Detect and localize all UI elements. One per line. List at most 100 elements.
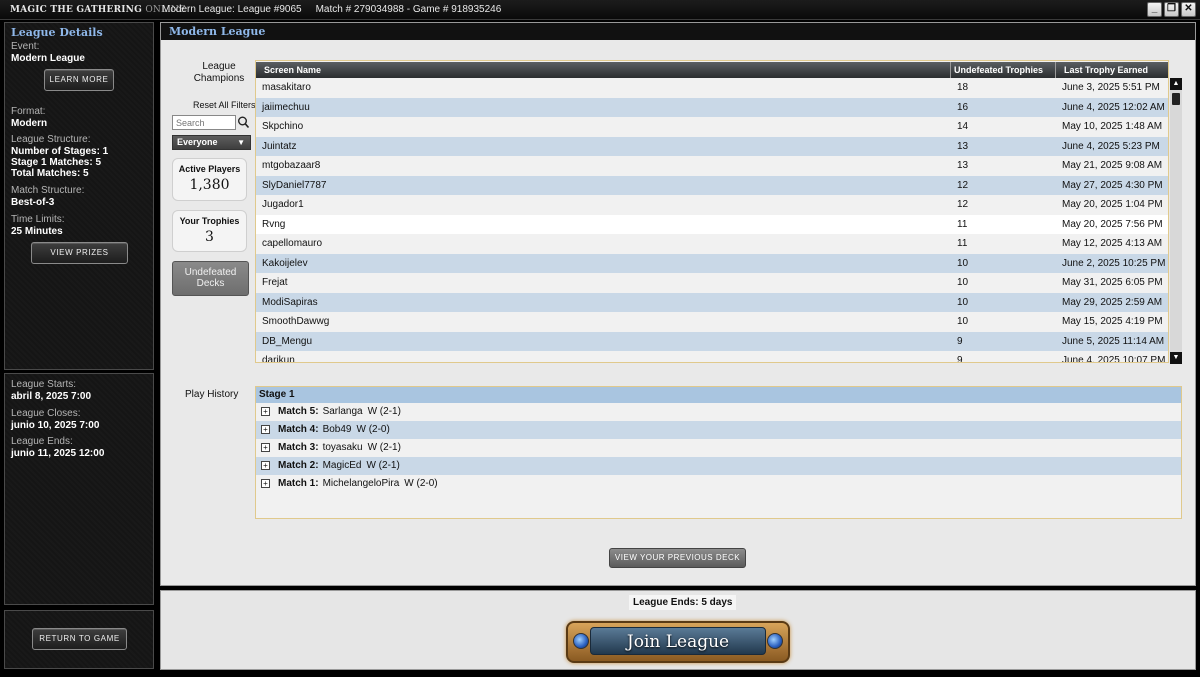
cell-last-trophy: June 3, 2025 5:51 PM xyxy=(1062,82,1160,93)
match-row[interactable]: + Match 1: MichelangeloPira W (2-0) xyxy=(256,475,1181,493)
expand-icon[interactable]: + xyxy=(261,478,270,488)
table-row[interactable]: Rvng 11 May 20, 2025 7:56 PM xyxy=(256,214,1168,234)
cell-last-trophy: May 12, 2025 4:13 AM xyxy=(1062,238,1163,249)
table-row[interactable]: jaiimechuu 16 June 4, 2025 12:02 AM xyxy=(256,97,1168,117)
search-icon[interactable] xyxy=(237,115,250,130)
match-number: Match 5: xyxy=(278,406,319,417)
scroll-up-button[interactable]: ▲ xyxy=(1170,78,1182,90)
league-details-panel: League Details Event: Modern League LEAR… xyxy=(4,22,154,370)
match-number: Match 4: xyxy=(278,424,319,435)
cell-screen-name: Kakoijelev xyxy=(262,257,308,269)
match-number: Match 1: xyxy=(278,478,319,489)
cell-last-trophy: May 20, 2025 7:56 PM xyxy=(1062,218,1163,230)
active-players-label: Active Players xyxy=(178,164,241,174)
column-screen-name[interactable]: Screen Name xyxy=(256,62,951,78)
match-number: Match 2: xyxy=(278,460,319,471)
table-row[interactable]: Frejat 10 May 31, 2025 6:05 PM xyxy=(256,273,1168,293)
table-row[interactable]: Jugador1 12 May 20, 2025 1:04 PM xyxy=(256,195,1168,215)
table-row[interactable]: DB_Mengu 9 June 5, 2025 11:14 AM xyxy=(256,331,1168,351)
table-row[interactable]: capellomauro 11 May 12, 2025 4:13 AM xyxy=(256,234,1168,254)
return-panel: RETURN TO GAME xyxy=(4,610,154,669)
table-row[interactable]: Juintatz 13 June 4, 2025 5:23 PM xyxy=(256,136,1168,156)
join-button-face: Join League xyxy=(590,627,766,655)
view-previous-deck-button[interactable]: VIEW YOUR PREVIOUS DECK xyxy=(609,548,746,568)
cell-last-trophy: June 4, 2025 12:02 AM xyxy=(1062,101,1165,113)
match-list: + Match 5: Sarlanga W (2-1) + Match 4: Bob49 W … xyxy=(256,403,1181,493)
cell-last-trophy: May 27, 2025 4:30 PM xyxy=(1062,179,1163,191)
scroll-thumb[interactable] xyxy=(1172,93,1180,105)
return-to-game-button[interactable]: RETURN TO GAME xyxy=(32,628,127,650)
expand-icon[interactable]: + xyxy=(261,460,270,470)
cell-last-trophy: May 21, 2025 9:08 AM xyxy=(1062,160,1163,171)
table-row[interactable]: mtgobazaar8 13 May 21, 2025 9:08 AM xyxy=(256,156,1168,176)
chevron-down-icon: ▼ xyxy=(237,138,245,147)
play-history-list: Stage 1 + Match 5: Sarlanga W (2-1) + Match 4… xyxy=(255,386,1182,519)
expand-icon[interactable]: + xyxy=(261,406,270,416)
cell-screen-name: Jugador1 xyxy=(262,199,304,210)
champions-table: Screen Name Undefeated Trophies Last Tro… xyxy=(255,60,1169,363)
table-row[interactable]: Kakoijelev 10 June 2, 2025 10:25 PM xyxy=(256,253,1168,273)
event-value: Modern League xyxy=(11,53,85,64)
table-scrollbar[interactable]: ▲ ▼ xyxy=(1170,78,1182,364)
match-row[interactable]: + Match 4: Bob49 W (2-0) xyxy=(256,421,1181,439)
learn-more-button[interactable]: LEARN MORE xyxy=(44,69,114,91)
structure-total-matches: Total Matches: 5 xyxy=(11,168,89,179)
cell-trophies: 10 xyxy=(957,316,969,327)
table-row[interactable]: SlyDaniel7787 12 May 27, 2025 4:30 PM xyxy=(256,175,1168,195)
undefeated-decks-button[interactable]: Undefeated Decks xyxy=(172,261,249,296)
match-row[interactable]: + Match 2: MagicEd W (2-1) xyxy=(256,457,1181,475)
league-ends-countdown: League Ends: 5 days xyxy=(629,595,737,610)
cell-screen-name: Frejat xyxy=(262,277,288,288)
scroll-down-button[interactable]: ▼ xyxy=(1170,352,1182,364)
match-opponent: MichelangeloPira xyxy=(322,478,400,489)
cell-last-trophy: May 31, 2025 6:05 PM xyxy=(1062,277,1163,288)
cell-last-trophy: May 29, 2025 2:59 AM xyxy=(1062,296,1163,308)
arrow-up-icon: ▲ xyxy=(1172,80,1180,87)
league-ends-label: League Ends: xyxy=(11,436,73,447)
cell-trophies: 9 xyxy=(957,355,963,363)
player-filter-select[interactable]: Everyone ▼ xyxy=(172,135,251,150)
cell-screen-name: mtgobazaar8 xyxy=(262,160,321,171)
league-starts-value: abril 8, 2025 7:00 xyxy=(11,391,92,402)
league-closes-label: League Closes: xyxy=(11,408,81,419)
reset-filters-link[interactable]: Reset All Filters xyxy=(193,100,256,110)
join-league-button[interactable]: Join League xyxy=(566,621,790,663)
join-league-label: Join League xyxy=(626,632,730,652)
active-players-card: Active Players 1,380 xyxy=(172,158,247,201)
match-result: W (2-1) xyxy=(366,460,400,471)
time-limits-value: 25 Minutes xyxy=(11,226,63,237)
table-row[interactable]: darikun 9 June 4, 2025 10:07 PM xyxy=(256,351,1168,363)
cell-last-trophy: May 20, 2025 1:04 PM xyxy=(1062,199,1163,210)
window-title: Modern League: League #9065 xyxy=(162,4,302,15)
restore-button[interactable]: ❐ xyxy=(1164,2,1179,17)
minimize-icon: _ xyxy=(1151,3,1158,14)
league-structure-label: League Structure: xyxy=(11,134,91,145)
match-result: W (2-1) xyxy=(367,406,401,417)
match-row[interactable]: + Match 5: Sarlanga W (2-1) xyxy=(256,403,1181,421)
cell-screen-name: jaiimechuu xyxy=(262,101,310,113)
minimize-button[interactable]: _ xyxy=(1147,2,1162,17)
logo-main-text: MAGIC THE GATHERING xyxy=(10,4,142,15)
table-row[interactable]: SmoothDawwg 10 May 15, 2025 4:19 PM xyxy=(256,312,1168,332)
cell-screen-name: darikun xyxy=(262,355,295,363)
match-row[interactable]: + Match 3: toyasaku W (2-1) xyxy=(256,439,1181,457)
your-trophies-value: 3 xyxy=(205,229,214,245)
event-label: Event: xyxy=(11,41,40,52)
cell-screen-name: ModiSapiras xyxy=(262,296,318,308)
cell-screen-name: capellomauro xyxy=(262,238,323,249)
table-row[interactable]: masakitaro 18 June 3, 2025 5:51 PM xyxy=(256,78,1168,98)
match-structure-label: Match Structure: xyxy=(11,185,85,196)
your-trophies-card: Your Trophies 3 xyxy=(172,210,247,252)
table-row[interactable]: Skpchino 14 May 10, 2025 1:48 AM xyxy=(256,117,1168,137)
expand-icon[interactable]: + xyxy=(261,442,270,452)
table-row[interactable]: ModiSapiras 10 May 29, 2025 2:59 AM xyxy=(256,292,1168,312)
cell-last-trophy: May 10, 2025 1:48 AM xyxy=(1062,121,1163,132)
column-last-trophy[interactable]: Last Trophy Earned xyxy=(1056,62,1168,78)
search-input[interactable] xyxy=(172,115,236,130)
column-undefeated-trophies[interactable]: Undefeated Trophies xyxy=(951,62,1056,78)
close-button[interactable]: ✕ xyxy=(1181,2,1196,17)
cell-trophies: 14 xyxy=(957,121,969,132)
league-details-title: League Details xyxy=(11,26,103,39)
expand-icon[interactable]: + xyxy=(261,424,270,434)
view-prizes-button[interactable]: VIEW PRIZES xyxy=(31,242,128,264)
